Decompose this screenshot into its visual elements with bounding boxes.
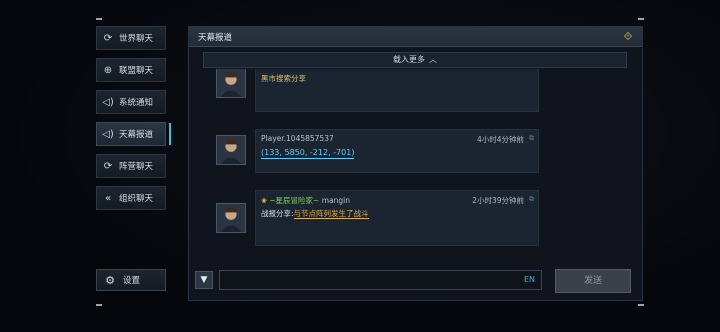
- avatar[interactable]: [216, 203, 246, 233]
- corner-mark: [96, 304, 102, 306]
- sidebar-item-world-chat[interactable]: ⟳ 世界聊天: [96, 26, 166, 50]
- settings-label: 设置: [123, 276, 141, 286]
- message-list[interactable]: 黑市搜索分享 Player.1045857537 4小时4分钟前 ⧉ (133,…: [189, 69, 642, 287]
- panel-header: 天幕报道 ⟐: [189, 27, 642, 47]
- world-chat-icon: ⟳: [103, 32, 113, 44]
- settings-button[interactable]: ⚙ 设置: [96, 269, 166, 291]
- speaker-icon: ◁): [102, 96, 114, 108]
- copy-icon[interactable]: ⧉: [529, 195, 534, 204]
- game-screen: ⟳ 世界聊天 ⊕ 联盟聊天 ◁) 系统通知 ◁) 天幕报道 ⟳ 阵营聊天 « 组…: [0, 0, 720, 332]
- message-time: 2小时39分钟前: [472, 196, 524, 205]
- player-name[interactable]: Player.1045857537: [261, 134, 334, 143]
- guild-emblem-icon: ❀: [261, 197, 267, 205]
- gear-icon: ⚙: [105, 273, 115, 287]
- sidebar-item-label: 阵营聊天: [119, 162, 154, 172]
- sidebar-item-organization-chat[interactable]: « 组织聊天: [96, 186, 166, 210]
- sender-line: ❀ ~星辰冒险家~ mangin: [261, 195, 350, 206]
- message-time: 4小时4分钟前: [476, 135, 524, 144]
- sidebar-item-label: 组织聊天: [119, 194, 154, 204]
- player-name[interactable]: mangin: [322, 196, 350, 205]
- panel-title: 天幕报道: [198, 33, 233, 43]
- avatar[interactable]: [216, 135, 246, 165]
- sidebar-item-label: 世界聊天: [119, 34, 154, 44]
- message-text[interactable]: 黑市搜索分享: [261, 73, 306, 84]
- message-bubble: Player.1045857537 4小时4分钟前 ⧉ (133, 5850, …: [255, 129, 539, 173]
- report-label: 战报分享:: [261, 209, 294, 218]
- battle-report-link[interactable]: 与节点阵列发生了战斗: [293, 209, 369, 219]
- copy-icon[interactable]: ⧉: [529, 134, 534, 143]
- load-more-button[interactable]: 载入更多 ︿: [203, 52, 627, 68]
- sidebar-item-label: 联盟聊天: [119, 66, 154, 76]
- chevron-up-icon: ︿: [429, 55, 437, 64]
- message-bubble: 黑市搜索分享: [255, 69, 539, 112]
- corner-mark: [638, 18, 644, 20]
- collapse-icon[interactable]: ▼: [195, 271, 213, 289]
- sidebar-item-system-notice[interactable]: ◁) 系统通知: [96, 90, 166, 114]
- chat-panel: 天幕报道 ⟐ 载入更多 ︿ 黑市搜索分享 Player.1045857537 4小…: [188, 26, 643, 301]
- language-indicator[interactable]: EN: [524, 275, 535, 284]
- sidebar-item-label: 系统通知: [119, 98, 154, 108]
- avatar[interactable]: [216, 69, 246, 98]
- corner-mark: [638, 304, 644, 306]
- message-bubble: ❀ ~星辰冒险家~ mangin 2小时39分钟前 ⧉ 战报分享:与节点阵列发生…: [255, 190, 539, 246]
- guild-name: ~星辰冒险家~: [269, 196, 320, 205]
- chat-input[interactable]: EN: [219, 270, 542, 290]
- sidebar-item-sky-report[interactable]: ◁) 天幕报道: [96, 122, 171, 146]
- faction-icon: ⟳: [103, 160, 113, 172]
- send-button[interactable]: 发送: [555, 269, 631, 293]
- sidebar-item-alliance-chat[interactable]: ⊕ 联盟聊天: [96, 58, 166, 82]
- globe-icon: ⊕: [103, 64, 113, 76]
- speaker-icon: ◁): [102, 128, 114, 140]
- sidebar-item-label: 天幕报道: [119, 130, 154, 140]
- battle-report-line: 战报分享:与节点阵列发生了战斗: [261, 208, 369, 219]
- corner-mark: [96, 18, 102, 20]
- sidebar-item-faction-chat[interactable]: ⟳ 阵营聊天: [96, 154, 166, 178]
- diamond-icon[interactable]: ⟐: [620, 29, 636, 45]
- load-more-label: 载入更多: [393, 55, 425, 64]
- organization-icon: «: [104, 192, 112, 204]
- chat-input-row: ▼ EN 发送: [189, 269, 642, 293]
- coordinate-link[interactable]: (133, 5850, -212, -701): [261, 148, 355, 159]
